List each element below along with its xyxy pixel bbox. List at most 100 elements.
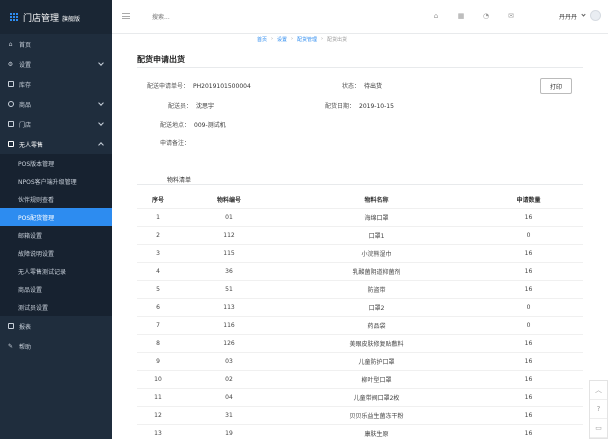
- col-header-code: 物料编号: [216, 197, 241, 205]
- sidebar-submenu: POS版本管理 NPOS客户端升级管理 伙伴规则查看 POS配货管理 邮箱设置 …: [0, 154, 112, 316]
- main-content: 首页 › 设置 › 配货管理 › 配货出货 配货申请出货 配送申请单号： PH20…: [112, 34, 608, 439]
- sidebar-subitem-goods-settings[interactable]: 商品设置: [0, 280, 112, 298]
- address-label: 配送地点：: [160, 122, 191, 129]
- sidebar-subitem-partner-rules[interactable]: 伙伴规则查看: [0, 190, 112, 208]
- breadcrumb-separator: ›: [321, 36, 324, 42]
- chevron-down-icon[interactable]: [581, 12, 586, 17]
- cell-code: 112: [179, 225, 279, 244]
- sidebar-item-inventory[interactable]: 库存: [0, 74, 112, 94]
- cell-index: 3: [137, 243, 179, 262]
- date-label: 配货日期：: [325, 103, 356, 110]
- title-divider: [137, 67, 583, 68]
- sidebar-item-label: 首页: [19, 41, 32, 49]
- breadcrumb-separator: ›: [291, 36, 294, 42]
- cell-code: 19: [179, 423, 279, 439]
- cell-name: 儿童防护口罩: [279, 351, 474, 370]
- order-number-label: 配送申请单号：: [147, 83, 190, 90]
- cell-name: 美眼皮肤修复贴敷料: [279, 333, 474, 352]
- table-row: 10 02 柳叶型口罩 16: [137, 369, 583, 388]
- section-divider: [137, 184, 583, 185]
- cell-code: 113: [179, 297, 279, 316]
- print-button[interactable]: 打印: [540, 78, 572, 94]
- sidebar-item-label: 库存: [19, 81, 32, 89]
- cell-qty: 16: [474, 351, 583, 370]
- sidebar-item-label: 商品: [19, 101, 32, 109]
- brand[interactable]: 门店管理 旗舰版: [0, 0, 112, 34]
- table-row: 2 112 口罩1 0: [137, 225, 583, 244]
- sidebar-subitem-pos-version[interactable]: POS版本管理: [0, 154, 112, 172]
- sidebar-item-help[interactable]: ✎ 帮助: [0, 336, 112, 356]
- materials-table: 序号 物料编号 物料名称 申请数量 1 01 海绵口罩 16 2 112 口罩1 0 3 115 小…: [137, 192, 583, 439]
- top-header: ⌂ ▦ ◔ ✉ 丹丹丹: [112, 0, 608, 34]
- section-title: 物料清单: [167, 177, 192, 184]
- gear-icon: ⚙: [7, 60, 14, 68]
- help-icon: ✎: [7, 342, 14, 350]
- cell-qty: 16: [474, 333, 583, 352]
- address-field: 配送地点： 009-测试机: [160, 120, 226, 129]
- sidebar-item-label: 设置: [19, 61, 32, 69]
- table-row: 3 115 小浣熊湿巾 16: [137, 243, 583, 262]
- cell-qty: 16: [474, 405, 583, 424]
- cell-qty: 16: [474, 369, 583, 388]
- remark-label: 申请备注：: [160, 140, 191, 147]
- date-value: 2019-10-15: [359, 103, 394, 110]
- cell-code: 36: [179, 261, 279, 280]
- sidebar-subitem-test-records[interactable]: 无人零售测试记录: [0, 262, 112, 280]
- breadcrumb-current: 配货出货: [327, 37, 348, 43]
- cell-name: 小浣熊湿巾: [279, 243, 474, 262]
- user-name[interactable]: 丹丹丹: [559, 12, 577, 21]
- cell-code: 51: [179, 279, 279, 298]
- grid-icon[interactable]: ▦: [457, 12, 465, 20]
- back-to-top-icon[interactable]: ︿: [590, 381, 607, 400]
- sidebar-subitem-tester-settings[interactable]: 测试员设置: [0, 298, 112, 316]
- help-circle-icon[interactable]: ?: [590, 400, 607, 419]
- app-title: 门店管理: [23, 13, 60, 24]
- cell-name: 药品袋: [279, 315, 474, 334]
- mail-icon[interactable]: ✉: [507, 12, 515, 20]
- cell-qty: 0: [474, 315, 583, 334]
- cell-name: 儿童带阀口罩2枚: [279, 387, 474, 406]
- table-row: 4 36 乳酸菌阴道抑菌剂 16: [137, 261, 583, 280]
- sidebar-subitem-email-settings[interactable]: 邮箱设置: [0, 226, 112, 244]
- sidebar-item-store[interactable]: 门店: [0, 114, 112, 134]
- chevron-down-icon: [98, 60, 104, 66]
- cell-code: 04: [179, 387, 279, 406]
- breadcrumb-settings[interactable]: 设置: [277, 36, 287, 43]
- menu-toggle-icon[interactable]: [122, 13, 130, 19]
- breadcrumb-distribution[interactable]: 配货管理: [297, 36, 317, 43]
- retail-icon: [7, 140, 14, 148]
- sidebar-item-home[interactable]: ⌂ 首页: [0, 34, 112, 54]
- sidebar-item-goods[interactable]: 商品: [0, 94, 112, 114]
- sidebar-item-settings[interactable]: ⚙ 设置: [0, 54, 112, 74]
- grid-logo-icon: [9, 13, 18, 22]
- sidebar-subitem-fault-settings[interactable]: 故障说明设置: [0, 244, 112, 262]
- report-icon: [7, 322, 14, 330]
- sidebar-item-reports[interactable]: 报表: [0, 316, 112, 336]
- cell-index: 13: [137, 423, 179, 439]
- sender-label: 配送员：: [168, 103, 193, 110]
- search-input[interactable]: [152, 11, 232, 23]
- cell-index: 8: [137, 333, 179, 352]
- chat-icon[interactable]: ▭: [590, 419, 607, 438]
- cell-code: 31: [179, 405, 279, 424]
- order-number-value: PH2019101500004: [193, 83, 251, 90]
- cell-code: 02: [179, 369, 279, 388]
- table-row: 12 31 贝贝乐益生菌冻干粉 16: [137, 405, 583, 424]
- cell-name: 康肤生原: [279, 423, 474, 439]
- cell-name: 贝贝乐益生菌冻干粉: [279, 405, 474, 424]
- col-header-qty: 申请数量: [516, 197, 541, 205]
- page-title: 配货申请出货: [137, 55, 185, 64]
- sidebar-subitem-pos-distribution[interactable]: POS配货管理: [0, 208, 112, 226]
- home-icon[interactable]: ⌂: [432, 12, 440, 20]
- sidebar-nav-bottom: 报表 ✎ 帮助: [0, 316, 112, 356]
- table-row: 8 126 美眼皮肤修复贴敷料 16: [137, 333, 583, 352]
- order-number-field: 配送申请单号： PH2019101500004: [147, 81, 251, 90]
- avatar[interactable]: [590, 10, 601, 21]
- sidebar-item-unmanned-retail[interactable]: 无人零售: [0, 134, 112, 154]
- sidebar-subitem-npos-upgrade[interactable]: NPOS客户端升级管理: [0, 172, 112, 190]
- table-row: 7 116 药品袋 0: [137, 315, 583, 334]
- col-header-name: 物料名称: [364, 197, 389, 205]
- breadcrumb-home[interactable]: 首页: [257, 36, 267, 43]
- bell-icon[interactable]: ◔: [482, 12, 490, 20]
- home-icon: ⌂: [8, 40, 13, 48]
